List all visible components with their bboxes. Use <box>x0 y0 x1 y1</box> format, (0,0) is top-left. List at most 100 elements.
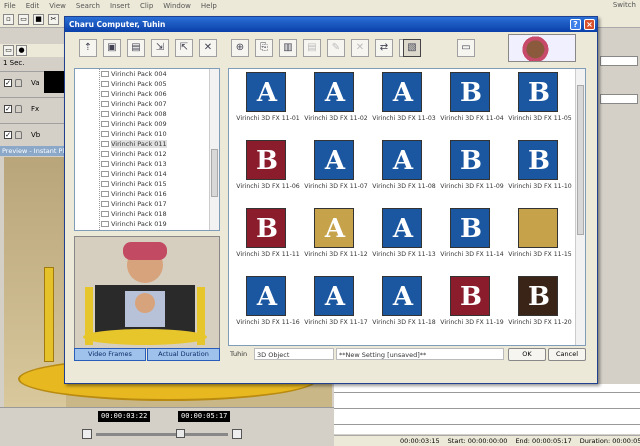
paste-icon[interactable]: ▥ <box>279 39 297 57</box>
lock-icon[interactable] <box>15 78 22 87</box>
tree-item[interactable]: Virinchi Pack 019 <box>75 219 219 229</box>
track-fx[interactable]: ✓ Fx <box>0 97 66 119</box>
move-icon[interactable]: ⇄ <box>375 39 393 57</box>
tree-item[interactable]: Virinchi Pack 007 <box>75 99 219 109</box>
track-clip[interactable] <box>44 71 66 93</box>
panel-strip <box>600 56 638 66</box>
cancel-button[interactable]: Cancel <box>548 348 586 361</box>
tree-item[interactable]: Virinchi Pack 016 <box>75 189 219 199</box>
open-icon[interactable]: ▭ <box>18 14 29 25</box>
tree-item[interactable]: Virinchi Pack 011 <box>75 139 219 149</box>
delete-icon[interactable]: ✕ <box>199 39 217 57</box>
menu-help[interactable]: Help <box>201 2 217 10</box>
effect-item[interactable]: B Virinchi 3D FX 11-06 <box>233 139 303 205</box>
effect-item[interactable]: B Virinchi 3D FX 11-14 <box>437 207 507 273</box>
lock-icon[interactable] <box>15 130 22 139</box>
checkbox-icon[interactable]: ✓ <box>4 104 12 113</box>
grid-scroll-thumb[interactable] <box>577 85 584 235</box>
export-icon[interactable]: ⇱ <box>175 39 193 57</box>
effect-item[interactable]: B Virinchi 3D FX 11-10 <box>505 139 575 205</box>
zoom-out-icon[interactable] <box>82 429 92 439</box>
menu-search[interactable]: Search <box>76 2 100 10</box>
tree-item[interactable]: Virinchi Pack 013 <box>75 159 219 169</box>
help-icon[interactable]: ? <box>570 19 581 30</box>
menu-view[interactable]: View <box>49 2 66 10</box>
checkbox-icon[interactable]: ✓ <box>4 78 12 87</box>
video-frames-button[interactable]: Video Frames <box>74 348 146 361</box>
folder-up-icon[interactable]: ⇡ <box>79 39 97 57</box>
settings-icon[interactable]: ▭ <box>457 39 475 57</box>
tree-item[interactable]: Virinchi Pack 012 <box>75 149 219 159</box>
save-icon[interactable]: ■ <box>33 14 44 25</box>
tree-item[interactable]: Virinchi Pack 005 <box>75 79 219 89</box>
actual-duration-button[interactable]: Actual Duration <box>147 348 220 361</box>
effect-thumbnail: B <box>450 276 490 316</box>
remove-icon[interactable]: ✕ <box>351 39 369 57</box>
tree-item[interactable]: Virinchi Pack 004 <box>75 69 219 79</box>
close-icon[interactable]: × <box>584 19 595 30</box>
setting-field[interactable]: **New Setting [unsaved]** <box>336 348 504 360</box>
effect-label: Virinchi 3D FX 11-19 <box>440 319 504 326</box>
tree-item[interactable]: Virinchi Pack 006 <box>75 89 219 99</box>
tree-item-label: Virinchi Pack 017 <box>111 200 167 208</box>
grid-scrollbar[interactable] <box>575 69 585 345</box>
folder-icon <box>101 91 109 97</box>
new-folder-icon[interactable]: ▣ <box>103 39 121 57</box>
timeline-tool-icon[interactable]: ▭ <box>3 45 14 56</box>
tree-item[interactable]: Virinchi Pack 014 <box>75 169 219 179</box>
track-vb[interactable]: ✓ Vb <box>0 123 66 145</box>
view-mode-icon[interactable]: ▧ <box>403 39 421 57</box>
effect-item[interactable]: A Virinchi 3D FX 11-02 <box>301 71 371 137</box>
tree-item[interactable]: Virinchi Pack 008 <box>75 109 219 119</box>
tree-scrollbar[interactable] <box>209 69 219 230</box>
edit-icon[interactable]: ✎ <box>327 39 345 57</box>
tree-item[interactable]: Virinchi Pack 015 <box>75 179 219 189</box>
folder-icon <box>101 131 109 137</box>
effect-item[interactable]: B Virinchi 3D FX 11-20 <box>505 275 575 341</box>
track-label: Fx <box>31 104 40 113</box>
effect-item[interactable]: A Virinchi 3D FX 11-16 <box>233 275 303 341</box>
effect-item[interactable]: A Virinchi 3D FX 11-18 <box>369 275 439 341</box>
effect-item[interactable]: B Virinchi 3D FX 11-11 <box>233 207 303 273</box>
timeline-area[interactable] <box>334 384 640 434</box>
record-icon[interactable]: ● <box>16 45 27 56</box>
menu-window[interactable]: Window <box>163 2 191 10</box>
tree-item-label: Virinchi Pack 006 <box>111 90 167 98</box>
effect-item[interactable]: Virinchi 3D FX 11-15 <box>505 207 575 273</box>
effect-item[interactable]: A Virinchi 3D FX 11-12 <box>301 207 371 273</box>
folder-icon[interactable]: ▤ <box>127 39 145 57</box>
effect-item[interactable]: A Virinchi 3D FX 11-13 <box>369 207 439 273</box>
cut-icon[interactable]: ✂ <box>48 14 59 25</box>
ok-button[interactable]: OK <box>508 348 546 361</box>
effect-item[interactable]: A Virinchi 3D FX 11-07 <box>301 139 371 205</box>
effect-item[interactable]: B Virinchi 3D FX 11-05 <box>505 71 575 137</box>
duplicate-icon[interactable]: ▤ <box>303 39 321 57</box>
menu-edit[interactable]: Edit <box>26 2 40 10</box>
checkbox-icon[interactable]: ✓ <box>4 130 12 139</box>
switch-menu[interactable]: Switch <box>613 1 636 9</box>
tree-item[interactable]: Virinchi Pack 017 <box>75 199 219 209</box>
scrub-slider-handle[interactable] <box>176 429 185 438</box>
lock-icon[interactable] <box>15 104 22 113</box>
menu-file[interactable]: File <box>4 2 16 10</box>
effect-item[interactable]: B Virinchi 3D FX 11-19 <box>437 275 507 341</box>
tree-item[interactable]: Virinchi Pack 010 <box>75 129 219 139</box>
effect-item[interactable]: B Virinchi 3D FX 11-09 <box>437 139 507 205</box>
import-icon[interactable]: ⇲ <box>151 39 169 57</box>
menu-insert[interactable]: Insert <box>110 2 130 10</box>
effect-item[interactable]: A Virinchi 3D FX 11-01 <box>233 71 303 137</box>
scrub-slider-track[interactable] <box>96 433 228 436</box>
tree-item[interactable]: Virinchi Pack 018 <box>75 209 219 219</box>
new-icon[interactable]: ▫ <box>3 14 14 25</box>
add-file-icon[interactable]: ⊕ <box>231 39 249 57</box>
tree-item[interactable]: Virinchi Pack 009 <box>75 119 219 129</box>
effect-item[interactable]: A Virinchi 3D FX 11-03 <box>369 71 439 137</box>
tree-scroll-thumb[interactable] <box>211 149 218 197</box>
effect-item[interactable]: B Virinchi 3D FX 11-04 <box>437 71 507 137</box>
zoom-in-icon[interactable] <box>232 429 242 439</box>
copy-icon[interactable]: ⎘ <box>255 39 273 57</box>
effect-item[interactable]: A Virinchi 3D FX 11-17 <box>301 275 371 341</box>
effect-item[interactable]: A Virinchi 3D FX 11-08 <box>369 139 439 205</box>
menu-clip[interactable]: Clip <box>140 2 153 10</box>
dialog-titlebar[interactable]: Charu Computer, Tuhin ? × <box>65 17 597 32</box>
